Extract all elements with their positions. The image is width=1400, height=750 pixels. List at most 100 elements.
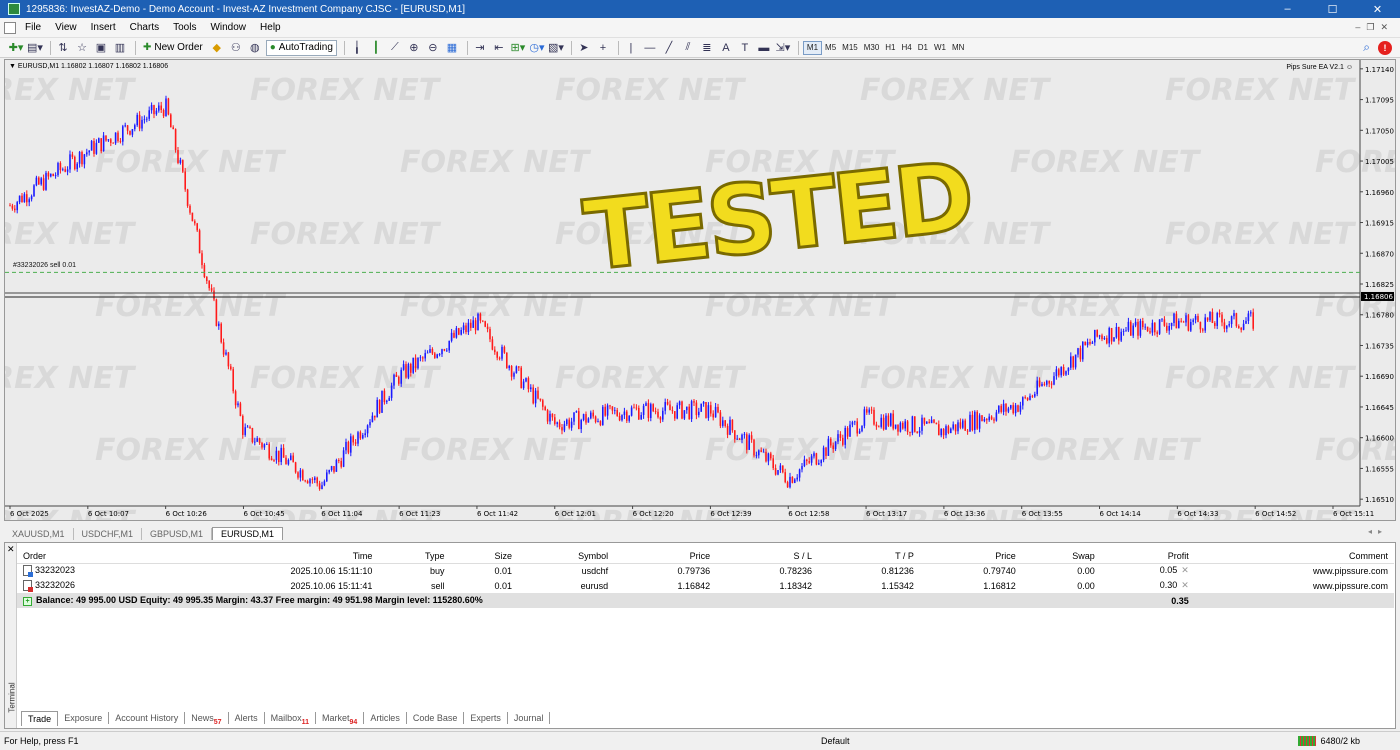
tab-exposure[interactable]: Exposure — [58, 712, 110, 724]
timeframe-h1[interactable]: H1 — [882, 41, 898, 55]
chart-tab-scroll[interactable]: ◂▸ — [1368, 527, 1388, 536]
auto-scroll-icon[interactable]: ⇥ — [472, 40, 488, 56]
col-profit[interactable]: Profit — [1100, 549, 1195, 564]
connection-status[interactable]: 6480/2 kb — [1298, 736, 1360, 746]
tile-windows-icon[interactable]: ▦ — [444, 40, 460, 56]
tab-news[interactable]: News57 — [185, 712, 229, 726]
candle-body — [364, 433, 366, 436]
menu-file[interactable]: File — [18, 22, 48, 33]
zoom-out-icon[interactable]: ⊖ — [425, 40, 441, 56]
text-label-icon[interactable]: T — [737, 40, 753, 56]
timeframe-m30[interactable]: M30 — [861, 41, 883, 55]
vertical-line-icon[interactable]: | — [623, 40, 639, 56]
menu-charts[interactable]: Charts — [123, 22, 166, 33]
timeframe-mn[interactable]: MN — [949, 41, 967, 55]
zoom-in-icon[interactable]: ⊕ — [406, 40, 422, 56]
metaeditor-icon[interactable]: ◆ — [209, 40, 225, 56]
close-order-icon[interactable]: ✕ — [1181, 580, 1189, 590]
chart-window[interactable]: FOREX NET FOREX NET FOREX NET FOREX NET FORE… — [4, 59, 1396, 521]
market-icon[interactable]: ◍ — [247, 40, 263, 56]
tab-market[interactable]: Market94 — [316, 712, 365, 726]
menu-window[interactable]: Window — [203, 22, 253, 33]
navigator-icon[interactable]: ▣ — [93, 40, 109, 56]
arrows-icon[interactable]: ⇲▾ — [775, 40, 791, 56]
search-icon[interactable]: ⌕ — [1363, 40, 1370, 55]
chart-tab-eurusd[interactable]: EURUSD,M1 — [212, 527, 284, 540]
line-chart-icon[interactable]: ⟋ — [387, 40, 403, 56]
rectangle-icon[interactable]: ▬ — [756, 40, 772, 56]
timeframe-m1[interactable]: M1 — [802, 40, 823, 55]
col-swap[interactable]: Swap — [1021, 549, 1101, 564]
tab-mailbox[interactable]: Mailbox11 — [265, 712, 316, 726]
bar-chart-icon[interactable]: ╽ — [349, 40, 365, 56]
order-line-label[interactable]: #33232026 sell 0.01 — [13, 262, 76, 269]
menu-insert[interactable]: Insert — [84, 22, 123, 33]
col-comment[interactable]: Comment — [1194, 549, 1394, 564]
chart-tab-gbpusd[interactable]: GBPUSD,M1 — [142, 528, 213, 540]
minimize-button[interactable]: – — [1265, 0, 1310, 18]
col-size[interactable]: Size — [450, 549, 519, 564]
menu-tools[interactable]: Tools — [166, 22, 203, 33]
timeframe-w1[interactable]: W1 — [931, 41, 949, 55]
tab-articles[interactable]: Articles — [364, 712, 407, 724]
chart-tab-xauusd[interactable]: XAUUSD,M1 — [4, 528, 74, 540]
templates-icon[interactable]: ▧▾ — [548, 40, 564, 56]
crosshair-icon[interactable]: + — [595, 40, 611, 56]
col-symbol[interactable]: Symbol — [518, 549, 615, 564]
candle-body — [959, 422, 962, 428]
candle-body — [251, 428, 254, 443]
fibonacci-icon[interactable]: ≣ — [699, 40, 715, 56]
col-sl[interactable]: S / L — [716, 549, 818, 564]
profile-name[interactable]: Default — [821, 736, 850, 746]
price-chart[interactable]: FOREX NET FOREX NET FOREX NET FOREX NET FORE… — [5, 60, 1395, 520]
text-icon[interactable]: A — [718, 40, 734, 56]
new-chart-icon[interactable]: ✚▾ — [8, 40, 24, 56]
timeframe-h4[interactable]: H4 — [899, 41, 915, 55]
close-order-icon[interactable]: ✕ — [1181, 565, 1189, 575]
col-tp[interactable]: T / P — [818, 549, 920, 564]
document-icon[interactable] — [4, 21, 16, 34]
close-button[interactable]: ✕ — [1355, 0, 1400, 18]
tab-code-base[interactable]: Code Base — [407, 712, 465, 724]
maximize-button[interactable]: ☐ — [1310, 0, 1355, 18]
strategy-tester-icon[interactable]: ▥ — [112, 40, 128, 56]
channel-icon[interactable]: ⫽ — [680, 40, 696, 56]
horizontal-line-icon[interactable]: — — [642, 40, 658, 56]
time-tick-label: 6 Oct 13:17 — [866, 510, 907, 518]
market-watch-icon[interactable]: ⇅ — [55, 40, 71, 56]
profiles-icon[interactable]: ▤▾ — [27, 40, 43, 56]
col-current-price[interactable]: Price — [919, 549, 1022, 564]
close-icon[interactable]: ✕ — [7, 544, 15, 555]
col-time[interactable]: Time — [163, 549, 379, 564]
periods-icon[interactable]: ◷▾ — [529, 40, 545, 56]
tab-account-history[interactable]: Account History — [109, 712, 186, 724]
timeframe-m15[interactable]: M15 — [839, 41, 861, 55]
table-row[interactable]: 33232026 2025.10.06 15:11:41 sell 0.01 e… — [17, 578, 1394, 593]
table-row[interactable]: 33232023 2025.10.06 15:11:10 buy 0.01 us… — [17, 563, 1394, 578]
timeframe-m5[interactable]: M5 — [822, 41, 839, 55]
candle-body — [496, 352, 498, 358]
timeframe-d1[interactable]: D1 — [915, 41, 931, 55]
tab-experts[interactable]: Experts — [464, 712, 508, 724]
notification-icon[interactable]: ! — [1378, 40, 1392, 55]
menu-view[interactable]: View — [48, 22, 84, 33]
tab-trade[interactable]: Trade — [21, 710, 59, 726]
indicators-icon[interactable]: ⊞▾ — [510, 40, 526, 56]
col-order[interactable]: Order — [17, 549, 164, 564]
tab-journal[interactable]: Journal — [508, 712, 551, 724]
signals-icon[interactable]: ⚇ — [228, 40, 244, 56]
data-window-icon[interactable]: ☆ — [74, 40, 90, 56]
chart-shift-icon[interactable]: ⇤ — [491, 40, 507, 56]
tab-alerts[interactable]: Alerts — [229, 712, 265, 724]
trendline-icon[interactable]: ╱ — [661, 40, 677, 56]
mdi-controls[interactable]: –❐✕ — [1355, 22, 1394, 33]
menu-help[interactable]: Help — [253, 22, 288, 33]
col-price[interactable]: Price — [614, 549, 717, 564]
candlestick-icon[interactable]: ┃ — [368, 40, 384, 56]
autotrading-button[interactable]: ● AutoTrading — [265, 39, 337, 56]
col-type[interactable]: Type — [378, 549, 451, 564]
chart-tab-usdchf[interactable]: USDCHF,M1 — [74, 528, 143, 540]
cursor-icon[interactable]: ➤ — [576, 40, 592, 56]
candle-body — [791, 476, 794, 483]
new-order-button[interactable]: ✚ New Order — [140, 40, 206, 56]
